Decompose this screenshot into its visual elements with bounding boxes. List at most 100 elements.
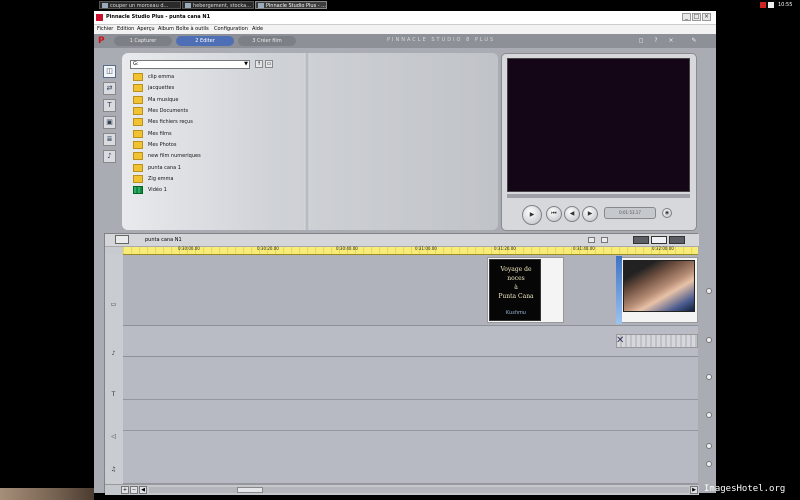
pinnacle-icon	[96, 14, 103, 21]
title-line: Punta Cana	[498, 293, 534, 300]
title-clip-thumbnail: Voyage de noces à Punta Cana Kushmu	[489, 259, 541, 321]
zoom-in-icon[interactable]: +	[121, 486, 129, 494]
disc-menus-tab-icon[interactable]: ≣	[103, 133, 116, 146]
scrollbar-thumb[interactable]	[237, 487, 263, 493]
zoom-out-icon[interactable]: −	[130, 486, 138, 494]
folder-label: Zig emma	[148, 176, 174, 182]
play-button-icon[interactable]: ▶	[522, 205, 542, 225]
audio-clip[interactable]	[616, 334, 698, 348]
sound-effects-tab-icon[interactable]: ♪	[103, 150, 116, 163]
tab-capturer[interactable]: 1 Capturer	[114, 36, 172, 46]
trash-icon[interactable]	[601, 237, 608, 243]
folder-icon	[133, 175, 143, 183]
pen-icon[interactable]: ✎	[686, 37, 702, 45]
track-scroll-icon[interactable]	[706, 443, 712, 449]
brand-label: PINNACLE STUDIO 8 PLUS	[387, 37, 496, 43]
folder-label: Mes fichiers reçus	[148, 119, 193, 125]
music-track[interactable]	[123, 431, 712, 484]
music-track-icon[interactable]: ♫	[108, 466, 119, 474]
menu-album[interactable]: Album	[158, 26, 174, 32]
sound-effect-track-icon[interactable]: ◁	[108, 433, 119, 441]
taskbar: couper un morceau d... hebergement, stoc…	[0, 0, 800, 11]
volume-icon[interactable]: ◉	[662, 208, 672, 218]
audio-track-icon[interactable]: ♪	[108, 350, 119, 358]
audio-track[interactable]: ✕	[123, 326, 712, 357]
preview-player: ▶ ⏮ ◀ ▶ 0:01:53.17 ◉	[501, 53, 697, 231]
scroll-left-icon[interactable]: ◀	[139, 486, 147, 494]
title-track[interactable]	[123, 357, 712, 400]
track-scroll-icon[interactable]	[706, 412, 712, 418]
video-track[interactable]: Voyage de noces à Punta Cana Kushmu	[123, 255, 712, 326]
menu-apercu[interactable]: Aperçu	[137, 26, 155, 32]
close-icon[interactable]: ×	[667, 37, 675, 45]
timeline-view-button[interactable]	[651, 236, 667, 244]
transition-marker[interactable]	[616, 256, 622, 324]
transitions-tab-icon[interactable]: ⇄	[103, 82, 116, 95]
photos-tab-icon[interactable]: ▣	[103, 116, 116, 129]
title-track-icon[interactable]: T	[108, 391, 119, 399]
video-clip[interactable]	[616, 257, 698, 323]
track-scroll-icon[interactable]	[706, 337, 712, 343]
title-clip[interactable]: Voyage de noces à Punta Cana Kushmu	[487, 257, 564, 323]
project-name: punta cana N1	[145, 237, 182, 243]
video-scenes-tab-icon[interactable]: ◫	[103, 65, 116, 78]
mode-bar: P 1 Capturer 2 Editer 3 Créer film PINNA…	[94, 34, 716, 48]
folder-icon	[133, 73, 143, 81]
step-forward-icon[interactable]: ▶	[582, 206, 598, 222]
taskbar-task-active[interactable]: Pinnacle Studio Plus - ...	[255, 1, 327, 9]
timeline-panel: punta cana N1 0:30:00.00 0:30:20.00 0:30…	[104, 233, 712, 495]
app-window: Pinnacle Studio Plus - punta cana N1 _ □…	[94, 11, 716, 495]
folder-icon	[133, 130, 143, 138]
titles-tab-icon[interactable]: T	[103, 99, 116, 112]
text-view-button[interactable]	[669, 236, 685, 244]
menu-aide[interactable]: Aide	[252, 26, 263, 32]
taskbar-task[interactable]: hebergement, stocka...	[182, 1, 254, 9]
storyboard-view-button[interactable]	[633, 236, 649, 244]
folder-label: new film numeriques	[148, 153, 201, 159]
menu-fichier[interactable]: Fichier	[97, 26, 113, 32]
chevron-down-icon: ▼	[244, 61, 248, 67]
scrubber-bar[interactable]	[507, 194, 690, 198]
horizontal-scrollbar[interactable]	[149, 487, 689, 493]
album-right-page	[310, 53, 498, 230]
menu-edition[interactable]: Edition	[117, 26, 134, 32]
clapper-icon[interactable]	[115, 235, 129, 244]
folder-icon	[133, 152, 143, 160]
track-scroll-icon[interactable]	[706, 374, 712, 380]
time-ruler[interactable]: 0:30:00.00 0:30:20.00 0:30:40.00 0:31:00…	[123, 246, 698, 255]
title-bar: Pinnacle Studio Plus - punta cana N1 _ □…	[94, 11, 716, 25]
menu-boite-a-outils[interactable]: Boîte à outils	[176, 26, 209, 32]
ruler-label: 0:31:00.00	[415, 246, 437, 251]
file-label: Vidéo 1	[148, 187, 167, 193]
tab-creer-film[interactable]: 3 Créer film	[238, 36, 296, 46]
sound-effect-track[interactable]	[123, 400, 712, 431]
menu-configuration[interactable]: Configuration	[214, 26, 248, 32]
video-track-icon[interactable]: ▭	[108, 301, 119, 309]
audio-crossfade-icon: ✕	[616, 335, 625, 346]
flag-icon[interactable]	[760, 2, 766, 8]
rewind-icon[interactable]: ⏮	[546, 206, 562, 222]
scroll-right-icon[interactable]: ▶	[690, 486, 698, 494]
close-button[interactable]: ×	[702, 13, 711, 21]
browse-icon[interactable]: ▭	[265, 60, 273, 68]
ruler-label: 0:31:40.00	[573, 246, 595, 251]
maximize-button[interactable]: □	[692, 13, 701, 21]
folder-dropdown[interactable]: G: ▼	[130, 60, 250, 69]
step-back-icon[interactable]: ◀	[564, 206, 580, 222]
minimize-button[interactable]: _	[682, 13, 691, 21]
tab-editer[interactable]: 2 Editer	[176, 36, 234, 46]
folder-up-icon[interactable]: ↑	[255, 60, 263, 68]
track-scroll-icon[interactable]	[706, 288, 712, 294]
timecode-display[interactable]: 0:01:53.17	[604, 207, 656, 219]
split-icon[interactable]	[588, 237, 595, 243]
folder-icon	[133, 96, 143, 104]
video-clip-thumbnail	[623, 260, 695, 312]
help-icon[interactable]: ?	[652, 37, 660, 45]
help-icon[interactable]: ◻	[637, 37, 645, 45]
track-scroll-icon[interactable]	[706, 461, 712, 467]
pinnacle-logo: P	[98, 36, 105, 46]
album-panel: G: ▼ ↑ ▭ clip emma jacquettes Ma musique…	[122, 53, 498, 230]
tray-icon[interactable]	[768, 2, 774, 8]
folder-icon	[133, 118, 143, 126]
taskbar-task[interactable]: couper un morceau d...	[99, 1, 181, 9]
